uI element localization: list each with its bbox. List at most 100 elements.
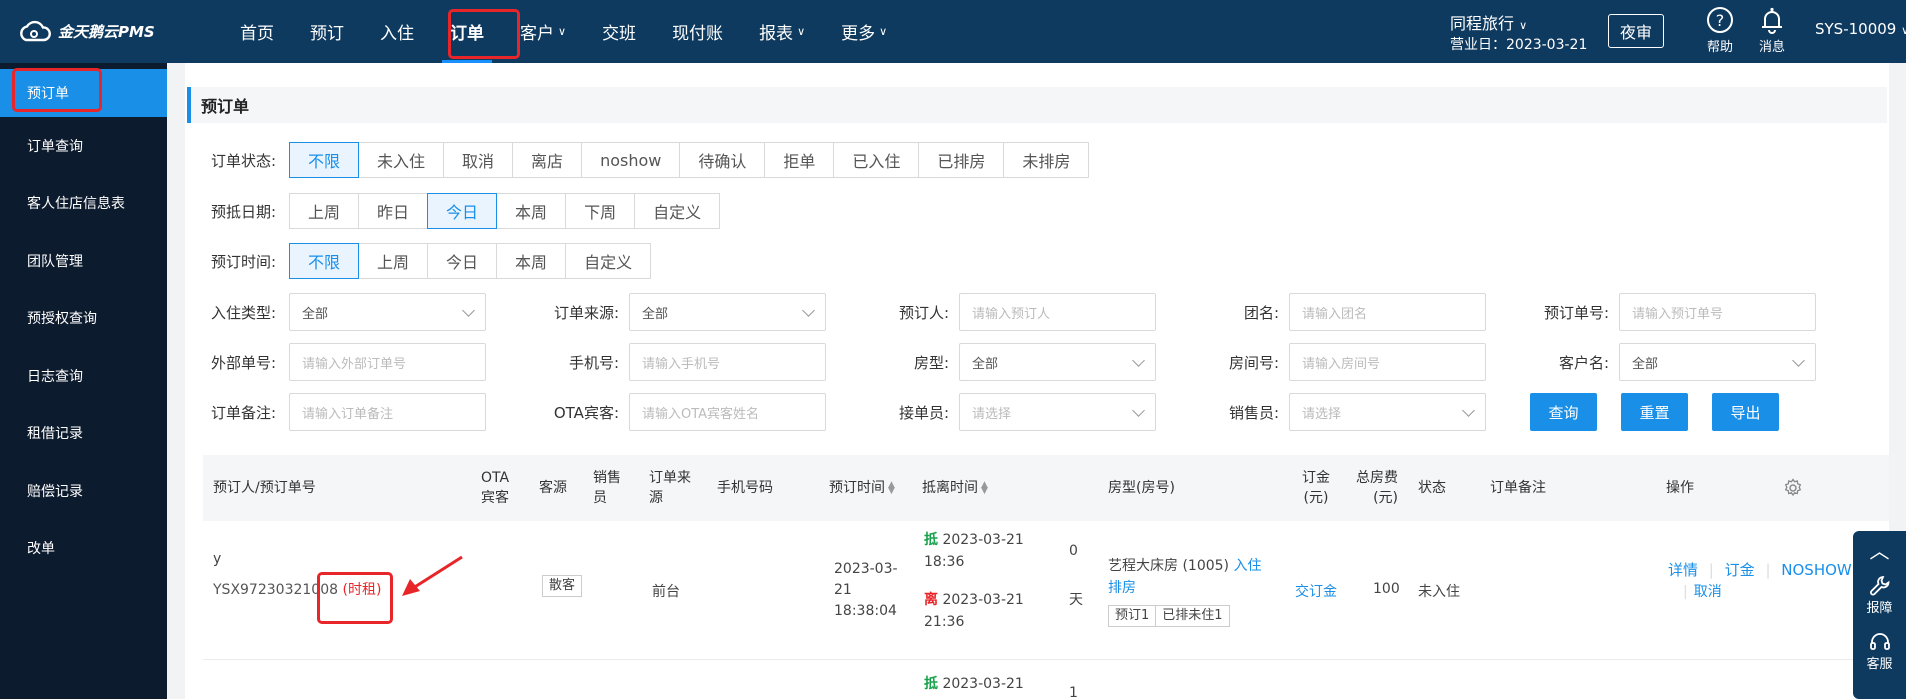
nights-number: 0 [1069,543,1078,559]
arrival-option[interactable]: 自定义 [634,193,721,229]
reset-button[interactable]: 重置 [1621,393,1688,431]
col-arrive-leave[interactable]: 抵离时间 ▲ ▼ [922,455,988,521]
sidebar-item-label: 租借记录 [27,426,83,443]
customer-select[interactable]: 全部 [1619,343,1816,381]
nav-booking[interactable]: 预订 [292,0,362,63]
status-option[interactable]: 不限 [289,142,360,178]
assign-room-link[interactable]: 排房 [1108,580,1136,596]
sidebar-item-log[interactable]: 日志查询 [0,347,167,405]
nav-label: 更多 [841,24,876,44]
room-number-input[interactable]: 请输入房间号 [1289,343,1486,381]
status-option[interactable]: 未排房 [1003,142,1090,178]
sidebar-item-rental[interactable]: 租借记录 [0,405,167,463]
nav-customers[interactable]: 客户 ∨ [502,0,584,63]
external-number-input[interactable]: 请输入外部订单号 [289,343,486,381]
assigned-badge: 已排未住1 [1155,605,1230,627]
status-option[interactable]: 待确认 [679,142,766,178]
table-row[interactable]: 抵 2023-03-21 1 [203,661,1889,699]
page-title: 预订单 [187,87,1887,123]
ota-guest-input[interactable]: 请输入OTA宾客姓名 [629,393,826,431]
room-name: 艺程大床房 (1005) [1108,558,1230,574]
nav-cash-account[interactable]: 现付账 [654,0,741,63]
report-issue-label: 报障 [1866,600,1893,616]
col-status: 状态 [1418,480,1446,496]
arrival-option[interactable]: 本周 [496,193,567,229]
status-option[interactable]: noshow [581,142,681,178]
booking-option[interactable]: 不限 [289,243,360,279]
wrench-icon [1869,575,1889,595]
report-issue-button[interactable]: 报障 [1853,567,1906,623]
filter-label: 订单状态: [211,151,277,170]
nav-checkin[interactable]: 入住 [362,0,432,63]
sidebar-item-order-query[interactable]: 订单查询 [0,117,167,175]
book-time-date: 2023-03- [834,561,898,577]
arrival-option[interactable]: 昨日 [358,193,429,229]
sidebar-item-compensation[interactable]: 赔偿记录 [0,462,167,520]
col-ops: 操作 [1666,480,1694,496]
booking-option[interactable]: 今日 [427,243,498,279]
collapse-button[interactable]: ︿ [1853,531,1906,567]
salesperson-select[interactable]: 请选择 [1289,393,1486,431]
col-book-time[interactable]: 预订时间 ▲ ▼ [829,455,895,521]
checkin-type-select[interactable]: 全部 [289,293,486,331]
booking-option[interactable]: 本周 [496,243,567,279]
cancel-link[interactable]: 取消 [1694,584,1722,600]
nav-home[interactable]: 首页 [222,0,292,63]
status-option[interactable]: 取消 [443,142,514,178]
status-option[interactable]: 已入住 [833,142,920,178]
booking-option[interactable]: 自定义 [565,243,652,279]
input-placeholder: 请输入手机号 [642,356,721,372]
arrival-option[interactable]: 今日 [427,193,498,229]
noshow-link[interactable]: NOSHOW [1781,561,1851,579]
chevron-down-icon [1792,354,1805,367]
sidebar-item-booking-orders[interactable]: 预订单 [0,69,167,117]
pay-deposit-link[interactable]: 交订金 [1295,581,1337,601]
messages-button[interactable]: 消息 [1747,6,1797,55]
column-label: 抵离时间 [922,480,978,496]
nav-orders[interactable]: 订单 [432,0,502,63]
sidebar-item-guest-stay[interactable]: 客人住店信息表 [0,175,167,233]
order-source-select[interactable]: 全部 [629,293,826,331]
status-option[interactable]: 已排房 [918,142,1005,178]
customer-service-button[interactable]: 客服 [1853,623,1906,679]
col-ota-guest: OTA宾客 [480,470,510,506]
query-button[interactable]: 查询 [1530,393,1597,431]
hotel-selector[interactable]: 同程旅行 ∨ [1450,10,1527,34]
leave-clock: 21:36 [924,614,965,630]
nav-label: 交班 [602,24,637,44]
detail-link[interactable]: 详情 [1668,561,1698,579]
order-number-input[interactable]: 请输入预订单号 [1619,293,1816,331]
select-placeholder: 请选择 [1302,406,1342,422]
booking-segment: 不限 上周 今日 本周 自定义 [289,243,652,279]
nav-reports[interactable]: 报表 ∨ [741,0,823,63]
source-tag-text: 散客 [542,575,583,597]
nav-more[interactable]: 更多 ∨ [823,0,905,63]
help-button[interactable]: ? 帮助 [1695,6,1745,55]
status-option[interactable]: 离店 [512,142,583,178]
nav-shift[interactable]: 交班 [584,0,654,63]
sidebar-item-group[interactable]: 团队管理 [0,232,167,290]
sidebar-item-preauth[interactable]: 预授权查询 [0,290,167,348]
input-placeholder: 请输入预订人 [972,306,1051,322]
night-audit-button[interactable]: 夜审 [1608,14,1664,48]
user-menu[interactable]: SYS-10009 ∨ [1815,20,1906,38]
booking-option[interactable]: 上周 [358,243,429,279]
arrival-option[interactable]: 上周 [289,193,360,229]
booker-name: y [213,551,222,567]
app-logo[interactable]: 金天鹅云PMS [18,18,155,44]
phone-input[interactable]: 请输入手机号 [629,343,826,381]
deposit-link[interactable]: 订金 [1725,561,1755,579]
checkin-link[interactable]: 入住 [1233,558,1261,574]
status-option[interactable]: 未入住 [358,142,445,178]
sidebar-item-modify[interactable]: 改单 [0,520,167,578]
column-settings-button[interactable] [1783,455,1803,521]
status-option[interactable]: 拒单 [764,142,835,178]
cloud-logo-icon [20,20,51,42]
receiver-select[interactable]: 请选择 [959,393,1156,431]
room-type-select[interactable]: 全部 [959,343,1156,381]
arrival-option[interactable]: 下周 [565,193,636,229]
export-button[interactable]: 导出 [1712,393,1779,431]
order-remark-input[interactable]: 请输入订单备注 [289,393,486,431]
group-name-input[interactable]: 请输入团名 [1289,293,1486,331]
booker-input[interactable]: 请输入预订人 [959,293,1156,331]
